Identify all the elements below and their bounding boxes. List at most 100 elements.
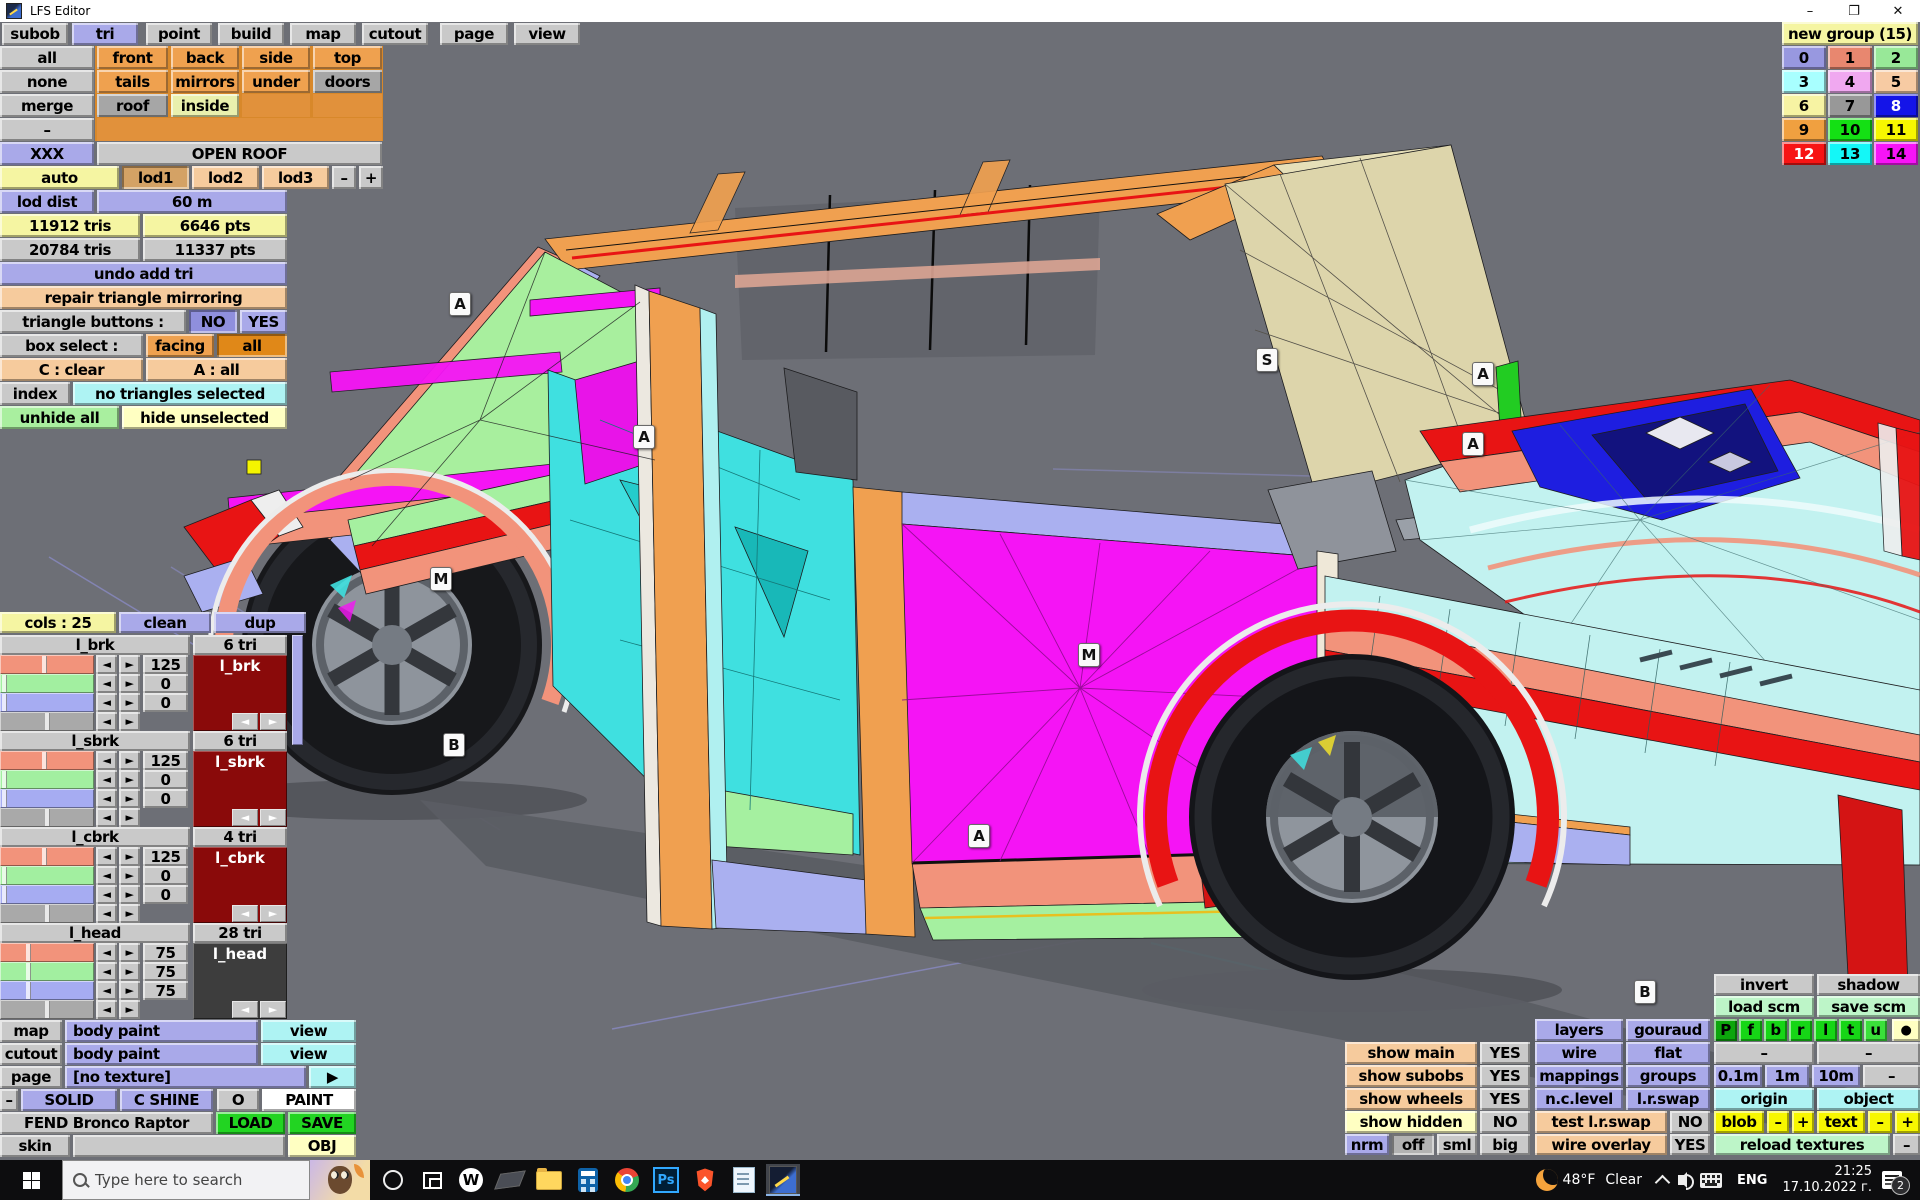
obj-button[interactable]: OBJ [288, 1135, 356, 1157]
red-slider[interactable] [0, 943, 94, 962]
map-value[interactable]: body paint [65, 1020, 258, 1042]
swatch-prev-arrow[interactable]: ◄ [232, 1001, 258, 1018]
increment-arrow[interactable]: ► [119, 808, 140, 827]
origin-button[interactable]: origin [1714, 1088, 1814, 1110]
green-slider[interactable] [0, 770, 94, 789]
dash-button[interactable]: – [1817, 1042, 1920, 1064]
blue-value[interactable]: 0 [143, 789, 188, 808]
swatch-next-arrow[interactable]: ► [260, 1001, 286, 1018]
xxx-button[interactable]: XXX [0, 142, 94, 165]
weather-moon-icon[interactable] [1536, 1169, 1558, 1191]
lod-dist-value[interactable]: 60 m [97, 190, 287, 213]
select-under-button[interactable]: under [242, 70, 310, 93]
show-hidden-toggle[interactable]: NO [1480, 1111, 1530, 1133]
dash-button[interactable]: – [1863, 1065, 1920, 1087]
select-back-button[interactable]: back [171, 46, 239, 69]
dash-button[interactable]: – [1893, 1134, 1920, 1155]
tray-chevron-icon[interactable] [1655, 1174, 1671, 1190]
group-cell[interactable]: 7 [1828, 94, 1872, 117]
red-slider[interactable] [0, 847, 94, 866]
alpha-slider[interactable] [0, 808, 94, 827]
swatch-next-arrow[interactable]: ► [260, 905, 286, 922]
file-explorer-icon[interactable] [532, 1164, 566, 1196]
layer-key-button[interactable]: u [1864, 1019, 1887, 1041]
green-slider[interactable] [0, 866, 94, 885]
increment-arrow[interactable]: ► [119, 751, 140, 770]
group-cell[interactable]: 11 [1874, 118, 1918, 141]
blue-slider[interactable] [0, 693, 94, 712]
red-value[interactable]: 125 [143, 751, 188, 770]
swatch-prev-arrow[interactable]: ◄ [232, 713, 258, 730]
triangle-buttons-no[interactable]: NO [189, 310, 237, 333]
show-subobs-toggle[interactable]: YES [1480, 1065, 1530, 1087]
weather-desc[interactable]: Clear [1605, 1172, 1642, 1188]
increment-arrow[interactable]: ► [119, 962, 140, 981]
blob-plus-button[interactable]: + [1792, 1111, 1814, 1133]
tab-subob[interactable]: subob [2, 23, 68, 45]
config-name-button[interactable]: OPEN ROOF [97, 142, 382, 165]
triangle-buttons-yes[interactable]: YES [240, 310, 287, 333]
gouraud-button[interactable]: gouraud [1626, 1019, 1710, 1041]
green-value[interactable]: 0 [143, 866, 188, 885]
select-inside-button[interactable]: inside [171, 94, 239, 117]
blob-minus-button[interactable]: – [1767, 1111, 1789, 1133]
group-cell[interactable]: 10 [1828, 118, 1872, 141]
decrement-arrow[interactable]: ◄ [96, 981, 117, 1000]
layer-key-button[interactable]: b [1764, 1019, 1787, 1041]
increment-arrow[interactable]: ► [119, 655, 140, 674]
hide-unselected-button[interactable]: hide unselected [122, 406, 287, 429]
groups-button[interactable]: groups [1626, 1065, 1710, 1087]
group-cell[interactable]: 6 [1782, 94, 1826, 117]
merge-button[interactable]: merge [0, 94, 94, 117]
tab-tri[interactable]: tri [72, 23, 138, 45]
language-indicator[interactable]: ENG [1737, 1173, 1767, 1188]
nrm-sml-button[interactable]: sml [1437, 1134, 1477, 1155]
text-button[interactable]: text [1817, 1111, 1865, 1133]
select-none-button[interactable]: none [0, 70, 94, 93]
material-name-button[interactable]: l_brk [0, 635, 190, 655]
dash-button[interactable]: – [0, 118, 94, 141]
nrm-button[interactable]: nrm [1345, 1134, 1389, 1155]
group-cell[interactable]: 12 [1782, 142, 1826, 165]
green-value[interactable]: 75 [143, 962, 188, 981]
group-cell[interactable]: 5 [1874, 70, 1918, 93]
shadow-button[interactable]: shadow [1817, 974, 1920, 995]
notepad-icon[interactable] [727, 1164, 761, 1196]
save-scm-button[interactable]: save scm [1817, 996, 1920, 1017]
green-slider[interactable] [0, 962, 94, 981]
weather-temp[interactable]: 48°F [1563, 1172, 1596, 1188]
search-input[interactable]: Type here to search [62, 1160, 310, 1200]
material-name-button[interactable]: l_head [0, 923, 190, 943]
group-cell[interactable]: 3 [1782, 70, 1826, 93]
increment-arrow[interactable]: ► [119, 1000, 140, 1019]
map-button[interactable]: map [0, 1020, 62, 1042]
lrswap-button[interactable]: l.r.swap [1626, 1088, 1710, 1110]
group-cell[interactable]: 1 [1828, 46, 1872, 69]
cutout-value[interactable]: body paint [65, 1043, 258, 1065]
increment-arrow[interactable]: ► [119, 943, 140, 962]
blue-value[interactable]: 0 [143, 693, 188, 712]
layer-key-button[interactable]: P [1714, 1019, 1737, 1041]
alpha-slider[interactable] [0, 712, 94, 731]
select-top-button[interactable]: top [313, 46, 382, 69]
text-plus-button[interactable]: + [1895, 1111, 1920, 1133]
load-scm-button[interactable]: load scm [1714, 996, 1814, 1017]
blue-value[interactable]: 0 [143, 885, 188, 904]
blue-slider[interactable] [0, 885, 94, 904]
group-cell[interactable]: 14 [1874, 142, 1918, 165]
grid-10m-button[interactable]: 10m [1812, 1065, 1860, 1087]
paint-button[interactable]: PAINT [262, 1089, 356, 1111]
decrement-arrow[interactable]: ◄ [96, 693, 117, 712]
decrement-arrow[interactable]: ◄ [96, 885, 117, 904]
lod3-button[interactable]: lod3 [262, 166, 329, 189]
material-name-button[interactable]: l_sbrk [0, 731, 190, 751]
swatch-prev-arrow[interactable]: ◄ [232, 809, 258, 826]
nrm-big-button[interactable]: big [1480, 1134, 1530, 1155]
decrement-arrow[interactable]: ◄ [96, 674, 117, 693]
cortana-icon[interactable] [376, 1164, 410, 1196]
clock[interactable]: 21:25 17.10.2022 г. [1782, 1164, 1872, 1196]
increment-arrow[interactable]: ► [119, 904, 140, 923]
decrement-arrow[interactable]: ◄ [96, 751, 117, 770]
select-all-button[interactable]: all [0, 46, 94, 69]
page-next-button[interactable]: ▶ [309, 1066, 356, 1088]
